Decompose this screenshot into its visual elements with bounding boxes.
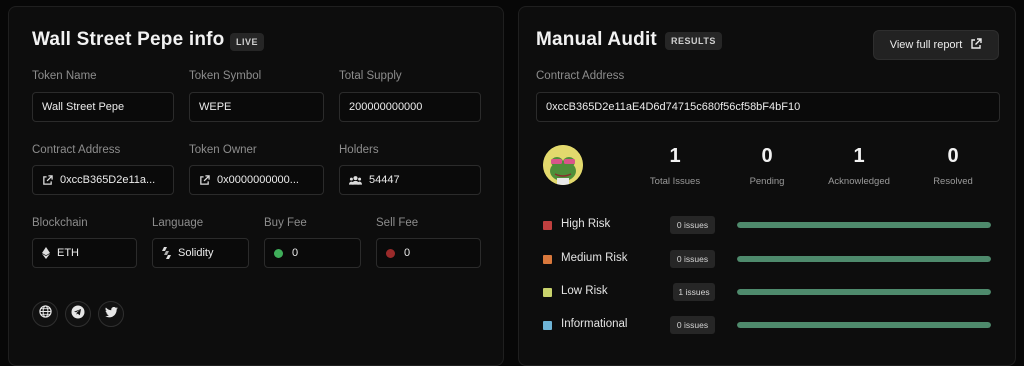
sell-fee-field: 0 (376, 238, 481, 268)
audit-contract-label: Contract Address (536, 70, 625, 82)
audit-contract-value: 0xccB365D2e11aE4D6d74715c680f56cf58bF4bF… (546, 101, 801, 113)
high-risk-bar (737, 222, 991, 228)
token-owner-link[interactable]: 0x0000000000... (189, 165, 324, 195)
buy-fee-label: Buy Fee (264, 217, 307, 229)
sell-fee-indicator-icon (386, 248, 395, 258)
contract-address-link[interactable]: 0xccB365D2e11a... (32, 165, 174, 195)
informational-color-icon (543, 321, 552, 330)
sell-fee-label: Sell Fee (376, 217, 419, 229)
token-symbol-value: WEPE (199, 101, 232, 113)
external-link-icon (970, 37, 982, 53)
pending-label: Pending (749, 176, 785, 187)
blockchain-field: ETH (32, 238, 137, 268)
contract-address-label: Contract Address (32, 144, 121, 156)
live-badge: LIVE (230, 33, 265, 51)
telegram-icon (71, 305, 85, 324)
users-icon (349, 175, 362, 185)
blockchain-label: Blockchain (32, 217, 88, 229)
medium-risk-bar (737, 256, 991, 262)
medium-risk-count: 0 issues (670, 250, 715, 268)
high-risk-label: High Risk (561, 218, 611, 230)
acknowledged-label: Acknowledged (828, 176, 890, 187)
informational-label: Informational (561, 318, 628, 330)
total-supply-field: 200000000000 (339, 92, 481, 122)
low-risk-bar-fill (737, 289, 991, 295)
globe-icon (38, 305, 52, 323)
holders-value: 54447 (369, 174, 400, 186)
language-label: Language (152, 217, 204, 229)
token-info-card: Wall Street Pepe info LIVE Token Name Wa… (8, 6, 504, 366)
resolved-label: Resolved (933, 176, 973, 187)
token-owner-label: Token Owner (189, 144, 257, 156)
buy-fee-indicator-icon (274, 248, 283, 258)
high-risk-bar-fill (737, 222, 991, 228)
ethereum-icon (42, 247, 50, 259)
buy-fee-value: 0 (292, 247, 299, 259)
medium-risk-bar-fill (737, 256, 991, 262)
twitter-icon (104, 305, 118, 323)
high-risk-count: 0 issues (670, 216, 715, 234)
pepe-avatar-icon (543, 145, 583, 185)
holders-field: 54447 (339, 165, 481, 195)
low-risk-bar (737, 289, 991, 295)
contract-address-value: 0xccB365D2e11a... (60, 174, 156, 186)
informational-bar-fill (737, 322, 991, 328)
sell-fee-value: 0 (404, 247, 411, 259)
audit-contract-field: 0xccB365D2e11aE4D6d74715c680f56cf58bF4bF… (536, 92, 1000, 122)
twitter-button[interactable] (98, 301, 124, 327)
view-full-report-button[interactable]: View full report (873, 30, 999, 60)
website-button[interactable] (32, 301, 58, 327)
solidity-icon (162, 247, 171, 259)
medium-risk-label: Medium Risk (561, 252, 628, 264)
token-symbol-field: WEPE (189, 92, 324, 122)
total-supply-label: Total Supply (339, 70, 402, 82)
language-value: Solidity (178, 247, 214, 259)
view-full-report-label: View full report (889, 39, 963, 51)
external-link-icon (42, 174, 53, 186)
low-risk-count: 1 issues (673, 283, 715, 301)
informational-count: 0 issues (670, 316, 715, 334)
language-field: Solidity (152, 238, 249, 268)
token-info-title: Wall Street Pepe info (32, 29, 225, 50)
low-risk-label: Low Risk (561, 285, 608, 297)
holders-label: Holders (339, 144, 379, 156)
token-owner-value: 0x0000000000... (217, 174, 299, 186)
medium-risk-color-icon (543, 255, 552, 264)
token-name-value: Wall Street Pepe (42, 101, 125, 113)
token-symbol-label: Token Symbol (189, 70, 262, 82)
high-risk-color-icon (543, 221, 552, 230)
token-name-field: Wall Street Pepe (32, 92, 174, 122)
results-badge: RESULTS (665, 32, 722, 50)
total-issues-label: Total Issues (649, 176, 701, 187)
token-avatar (543, 145, 583, 185)
informational-bar (737, 322, 991, 328)
buy-fee-field: 0 (264, 238, 361, 268)
pending-value: 0 (761, 145, 773, 167)
acknowledged-value: 1 (853, 145, 865, 167)
resolved-value: 0 (947, 145, 959, 167)
low-risk-color-icon (543, 288, 552, 297)
token-name-label: Token Name (32, 70, 97, 82)
external-link-icon (199, 174, 210, 186)
audit-title: Manual Audit (536, 29, 657, 50)
total-issues-value: 1 (669, 145, 681, 167)
total-supply-value: 200000000000 (349, 101, 423, 113)
blockchain-value: ETH (57, 247, 79, 259)
telegram-button[interactable] (65, 301, 91, 327)
manual-audit-card: Manual Audit RESULTS View full report Co… (518, 6, 1016, 366)
